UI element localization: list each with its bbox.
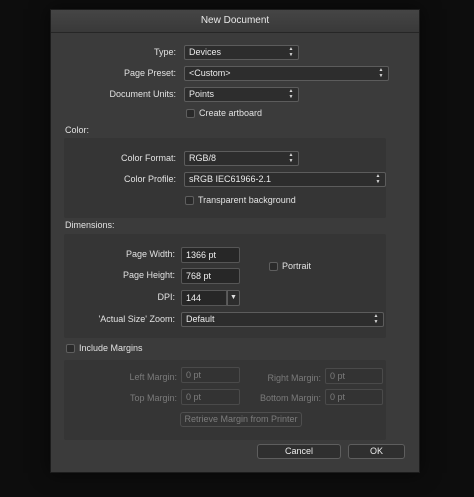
- color-profile-value: sRGB IEC61966-2.1: [189, 174, 272, 184]
- actual-size-zoom-select[interactable]: Default ▲ ▼: [181, 312, 384, 327]
- up-down-arrows-icon: ▲ ▼: [378, 67, 384, 79]
- portrait-checkbox[interactable]: [269, 262, 278, 271]
- ok-button[interactable]: OK: [348, 444, 405, 459]
- up-down-arrows-icon: ▲ ▼: [288, 152, 294, 164]
- color-section-label: Color:: [65, 125, 90, 135]
- dpi-input[interactable]: 144: [181, 290, 227, 306]
- actual-size-zoom-value: Default: [186, 314, 215, 324]
- create-artboard-checkbox[interactable]: [186, 109, 195, 118]
- top-margin-input[interactable]: 0 pt: [181, 389, 240, 405]
- actual-size-zoom-label: 'Actual Size' Zoom:: [98, 314, 175, 324]
- dimensions-section-label: Dimensions:: [65, 220, 115, 230]
- bottom-margin-input[interactable]: 0 pt: [325, 389, 383, 405]
- document-units-label: Document Units:: [109, 89, 176, 99]
- color-format-select[interactable]: RGB/8 ▲ ▼: [184, 151, 299, 166]
- right-margin-input[interactable]: 0 pt: [325, 368, 383, 384]
- type-select[interactable]: Devices ▲ ▼: [184, 45, 299, 60]
- retrieve-margin-button[interactable]: Retrieve Margin from Printer: [180, 412, 302, 427]
- color-format-value: RGB/8: [189, 153, 217, 163]
- top-margin-label: Top Margin:: [129, 393, 177, 403]
- page-width-input[interactable]: 1366 pt: [181, 247, 240, 263]
- page-preset-label: Page Preset:: [123, 68, 176, 78]
- cancel-button[interactable]: Cancel: [257, 444, 341, 459]
- triangle-down-icon: ▼: [230, 294, 237, 301]
- new-document-dialog: New Document Type: Devices ▲ ▼ Page Prese…: [50, 9, 420, 473]
- transparent-background-label: Transparent background: [198, 195, 296, 205]
- transparent-background-checkbox[interactable]: [185, 196, 194, 205]
- include-margins-label: Include Margins: [79, 343, 143, 353]
- dpi-label: DPI:: [157, 292, 175, 302]
- document-units-select[interactable]: Points ▲ ▼: [184, 87, 299, 102]
- color-profile-select[interactable]: sRGB IEC61966-2.1 ▲ ▼: [184, 172, 386, 187]
- page-height-label: Page Height:: [122, 270, 175, 280]
- portrait-label: Portrait: [282, 261, 312, 271]
- dpi-dropdown-button[interactable]: ▼: [227, 290, 240, 306]
- type-value: Devices: [189, 47, 222, 57]
- page-preset-value: <Custom>: [189, 68, 231, 78]
- up-down-arrows-icon: ▲ ▼: [288, 88, 294, 100]
- up-down-arrows-icon: ▲ ▼: [288, 46, 294, 58]
- bottom-margin-label: Bottom Margin:: [259, 393, 321, 403]
- page-width-label: Page Width:: [125, 249, 175, 259]
- create-artboard-label: Create artboard: [199, 108, 263, 118]
- up-down-arrows-icon: ▲ ▼: [375, 173, 381, 185]
- color-format-label: Color Format:: [120, 153, 176, 163]
- left-margin-label: Left Margin:: [129, 372, 177, 382]
- type-label: Type:: [153, 47, 176, 57]
- page-preset-select[interactable]: <Custom> ▲ ▼: [184, 66, 389, 81]
- color-profile-label: Color Profile:: [123, 174, 176, 184]
- page-height-input[interactable]: 768 pt: [181, 268, 240, 284]
- up-down-arrows-icon: ▲ ▼: [373, 313, 379, 325]
- dialog-title: New Document: [51, 10, 419, 33]
- right-margin-label: Right Margin:: [267, 373, 321, 383]
- left-margin-input[interactable]: 0 pt: [181, 367, 240, 383]
- include-margins-checkbox[interactable]: [66, 344, 75, 353]
- document-units-value: Points: [189, 89, 215, 99]
